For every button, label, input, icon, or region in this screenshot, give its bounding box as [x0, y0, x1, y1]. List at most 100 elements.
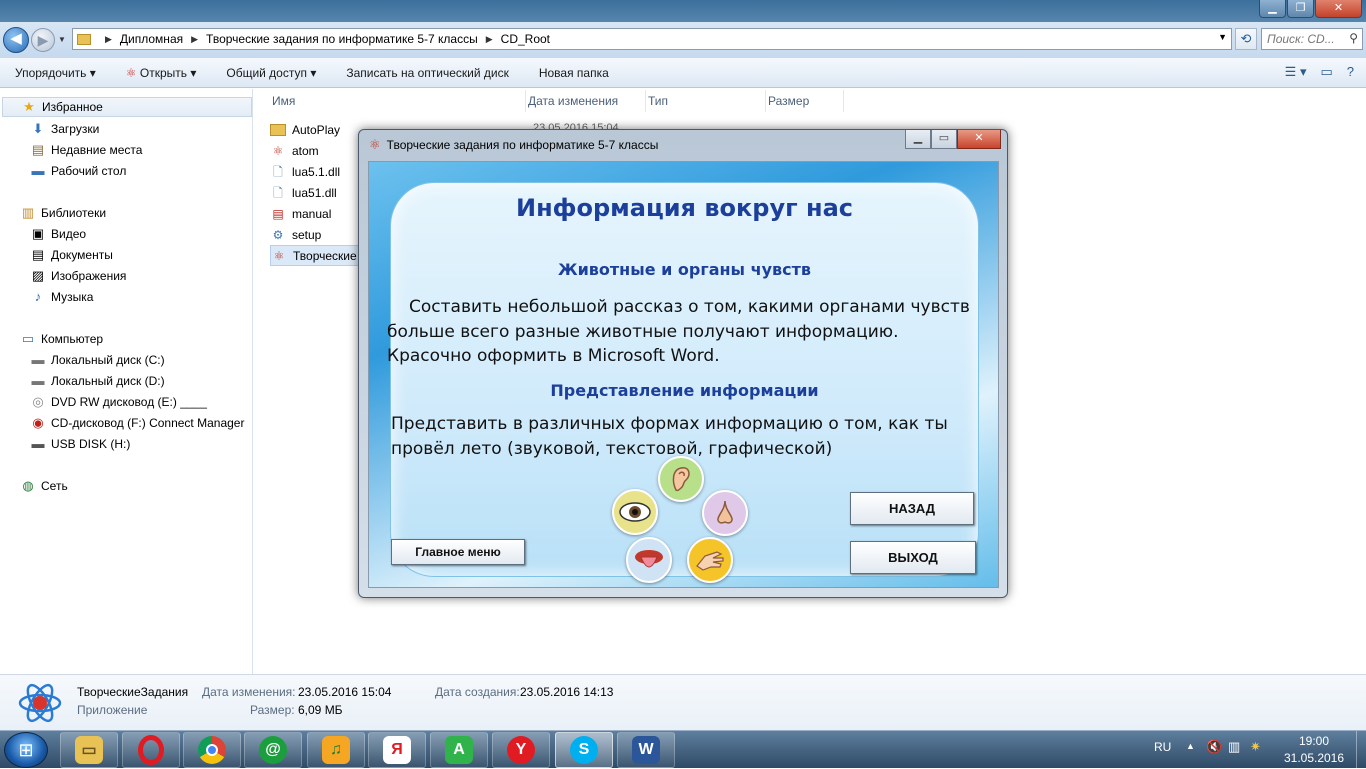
nav-item-recent[interactable]: ▤ Недавние места — [30, 140, 143, 160]
taskbar-skype[interactable]: S — [555, 732, 613, 768]
video-icon: ▣ — [31, 226, 45, 241]
list-item[interactable]: ⚛ atom — [270, 140, 319, 161]
taskbar-explorer[interactable]: ▭ — [60, 732, 118, 768]
list-item[interactable]: ▤ manual — [270, 203, 331, 224]
maximize-button[interactable]: ❐ — [1287, 0, 1314, 18]
page-title: Информация вокруг нас — [515, 194, 854, 222]
hard-drive-icon: ▬ — [31, 352, 45, 367]
column-size[interactable]: Размер — [766, 90, 844, 112]
atom-icon: ⚛ — [273, 248, 285, 263]
back-button[interactable]: НАЗАД — [850, 492, 974, 525]
app-title-text: Творческие задания по информатике 5-7 кл… — [386, 138, 659, 152]
file-name: Творческие — [293, 248, 357, 263]
show-desktop-button[interactable] — [1356, 731, 1366, 769]
preview-pane-icon[interactable]: ▭ — [1320, 64, 1332, 80]
view-options-icon[interactable]: ☰ ▾ — [1285, 64, 1307, 80]
nav-label: Недавние места — [51, 143, 143, 157]
app-maximize-button[interactable]: ▭ — [931, 130, 957, 149]
forward-button[interactable]: ▶ — [31, 28, 55, 52]
nav-item-drive-d[interactable]: ▬ Локальный диск (D:) — [30, 371, 165, 391]
nav-item-drive-h[interactable]: ▬ USB DISK (H:) — [30, 434, 131, 454]
list-item[interactable]: ⚙ setup — [270, 224, 322, 245]
breadcrumb-item[interactable]: CD_Root — [501, 32, 550, 46]
breadcrumb-item[interactable]: Творческие задания по информатике 5-7 кл… — [206, 32, 478, 46]
organize-button[interactable]: Упорядочить ▾ — [0, 66, 111, 80]
new-folder-button[interactable]: Новая папка — [524, 66, 624, 80]
list-item[interactable]: AutoPlay — [270, 119, 340, 140]
breadcrumb-item[interactable]: Дипломная — [120, 32, 183, 46]
nav-item-documents[interactable]: ▤ Документы — [30, 245, 113, 265]
file-name: lua5.1.dll — [292, 164, 341, 179]
column-type[interactable]: Тип — [646, 90, 766, 112]
taskbar-mail-agent[interactable]: @ — [244, 732, 302, 768]
language-indicator[interactable]: RU — [1154, 740, 1171, 754]
nav-item-pictures[interactable]: ▨ Изображения — [30, 266, 127, 286]
file-name: manual — [292, 206, 332, 221]
details-modified-label: Дата изменения: — [202, 685, 296, 699]
refresh-button[interactable]: ⟲ — [1235, 28, 1257, 50]
address-bar[interactable]: ▶ Дипломная ▶ Творческие задания по инфо… — [72, 28, 1232, 50]
app-close-button[interactable]: ✕ — [957, 130, 1001, 149]
clock-time[interactable]: 19:00 — [1286, 734, 1342, 748]
search-input[interactable]: Поиск: CD... ⚲ — [1261, 28, 1363, 50]
nav-item-music[interactable]: ♪ Музыка — [30, 287, 94, 307]
start-button[interactable]: ⊞ — [4, 732, 48, 768]
atom-icon: ⚛ — [369, 137, 381, 152]
a-icon: A — [445, 736, 473, 764]
dvd-drive-icon: ◎ — [32, 394, 44, 409]
taskbar-word[interactable]: W — [617, 732, 675, 768]
taskbar-opera[interactable] — [122, 732, 180, 768]
minimize-button[interactable]: ▁ — [1259, 0, 1286, 18]
list-item[interactable]: 🗋 lua5.1.dll — [270, 161, 340, 182]
nav-item-video[interactable]: ▣ Видео — [30, 224, 86, 244]
app-minimize-button[interactable]: ▁ — [905, 130, 931, 149]
explorer-titlebar: ▁ ❐ ✕ — [0, 0, 1366, 22]
opera-icon — [138, 735, 164, 765]
nav-item-downloads[interactable]: ⬇ Загрузки — [30, 119, 100, 139]
close-button[interactable]: ✕ — [1315, 0, 1362, 18]
nav-item-drive-f[interactable]: ◉ CD-дисковод (F:) Connect Manager — [30, 413, 244, 433]
dll-file-icon: 🗋 — [273, 185, 283, 200]
nav-libraries[interactable]: ▥ Библиотеки — [20, 203, 106, 223]
cd-drive-icon: ◉ — [32, 415, 44, 430]
file-name: AutoPlay — [292, 122, 341, 137]
taskbar-a-app[interactable]: A — [430, 732, 488, 768]
nav-label: Изображения — [51, 269, 127, 283]
section-title-animals: Животные и органы чувств — [557, 260, 812, 279]
word-icon: W — [632, 736, 660, 764]
network-tray-icon[interactable]: ▥ — [1228, 739, 1240, 755]
taskbar-music[interactable]: ♫ — [307, 732, 365, 768]
share-button[interactable]: Общий доступ ▾ — [211, 66, 331, 80]
chrome-icon — [198, 736, 226, 764]
computer-icon: ▭ — [21, 331, 35, 346]
burn-button[interactable]: Записать на оптический диск — [331, 66, 524, 80]
details-created-value: 23.05.2016 14:13 — [520, 685, 614, 699]
clock-date[interactable]: 31.05.2016 — [1278, 751, 1350, 765]
nav-item-desktop[interactable]: ▬ Рабочий стол — [30, 161, 127, 181]
column-date[interactable]: Дата изменения — [526, 90, 646, 112]
chevron-down-icon[interactable]: ▼ — [1218, 32, 1227, 42]
show-hidden-icons-icon[interactable]: ▲ — [1186, 741, 1195, 751]
nav-item-drive-e[interactable]: ◎ DVD RW дисковод (E:) ____ — [30, 392, 207, 412]
main-menu-button[interactable]: Главное меню — [391, 539, 525, 565]
taskbar-yandex[interactable]: Я — [368, 732, 426, 768]
list-item[interactable]: 🗋 lua51.dll — [270, 182, 337, 203]
column-name[interactable]: Имя — [270, 90, 526, 112]
open-button[interactable]: ⚛ Открыть ▾ — [111, 66, 212, 80]
back-button[interactable]: ◀ — [3, 27, 29, 53]
taskbar-chrome[interactable] — [183, 732, 241, 768]
nav-computer[interactable]: ▭ Компьютер — [20, 329, 103, 349]
nav-network[interactable]: ◍ Сеть — [20, 476, 67, 496]
action-center-icon[interactable]: ✷ — [1250, 739, 1261, 755]
volume-muted-icon[interactable]: 🔇 — [1206, 739, 1222, 755]
nav-item-drive-c[interactable]: ▬ Локальный диск (C:) — [30, 350, 165, 370]
section-title-representation: Представление информации — [550, 381, 819, 400]
taskbar-yandex-browser[interactable]: Y — [492, 732, 550, 768]
list-item-selected[interactable]: ⚛ Творческие — [270, 245, 360, 266]
details-file-type: Приложение — [77, 703, 148, 717]
recent-pages-dropdown[interactable]: ▼ — [58, 35, 66, 44]
nav-favorites[interactable]: ★ Избранное — [2, 97, 252, 117]
exit-button[interactable]: ВЫХОД — [850, 541, 976, 574]
help-icon[interactable]: ? — [1347, 64, 1354, 80]
network-icon: ◍ — [22, 478, 34, 493]
